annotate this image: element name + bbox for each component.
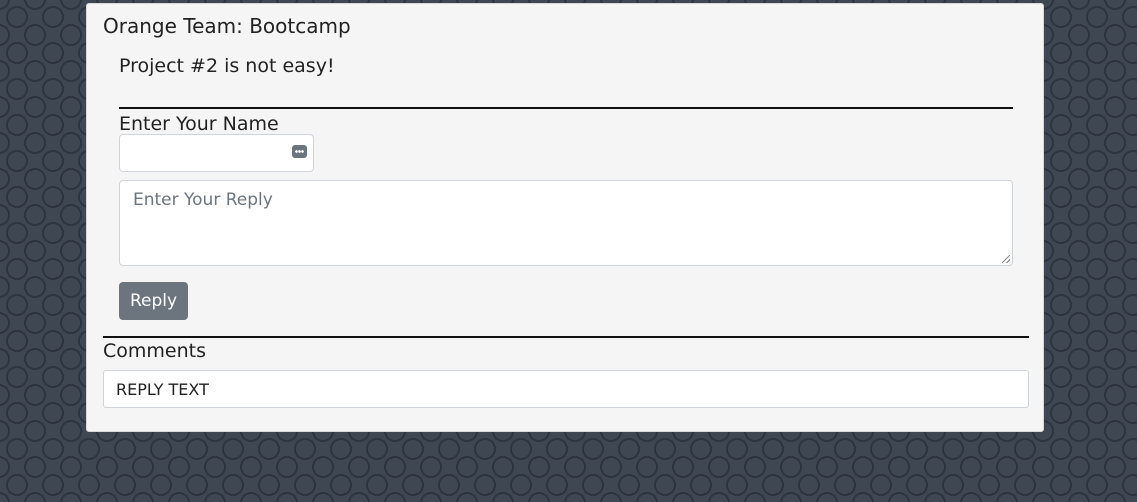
- comment-text: REPLY TEXT: [116, 380, 209, 399]
- post-title: Project #2 is not easy!: [119, 55, 335, 77]
- reply-textarea[interactable]: Enter Your Reply: [119, 180, 1013, 266]
- reply-button[interactable]: Reply: [119, 282, 188, 320]
- name-input[interactable]: [119, 134, 314, 172]
- autofill-key-icon[interactable]: [292, 145, 307, 158]
- name-label: Enter Your Name: [119, 113, 279, 135]
- resize-handle-icon[interactable]: [1002, 255, 1010, 263]
- divider: [119, 107, 1013, 109]
- comment-item: REPLY TEXT: [103, 370, 1029, 408]
- card-title: Orange Team: Bootcamp: [103, 14, 351, 38]
- reply-placeholder: Enter Your Reply: [133, 190, 273, 210]
- divider: [103, 336, 1029, 338]
- comments-heading: Comments: [103, 340, 206, 362]
- bootcamp-card: Orange Team: Bootcamp Project #2 is not …: [86, 3, 1044, 432]
